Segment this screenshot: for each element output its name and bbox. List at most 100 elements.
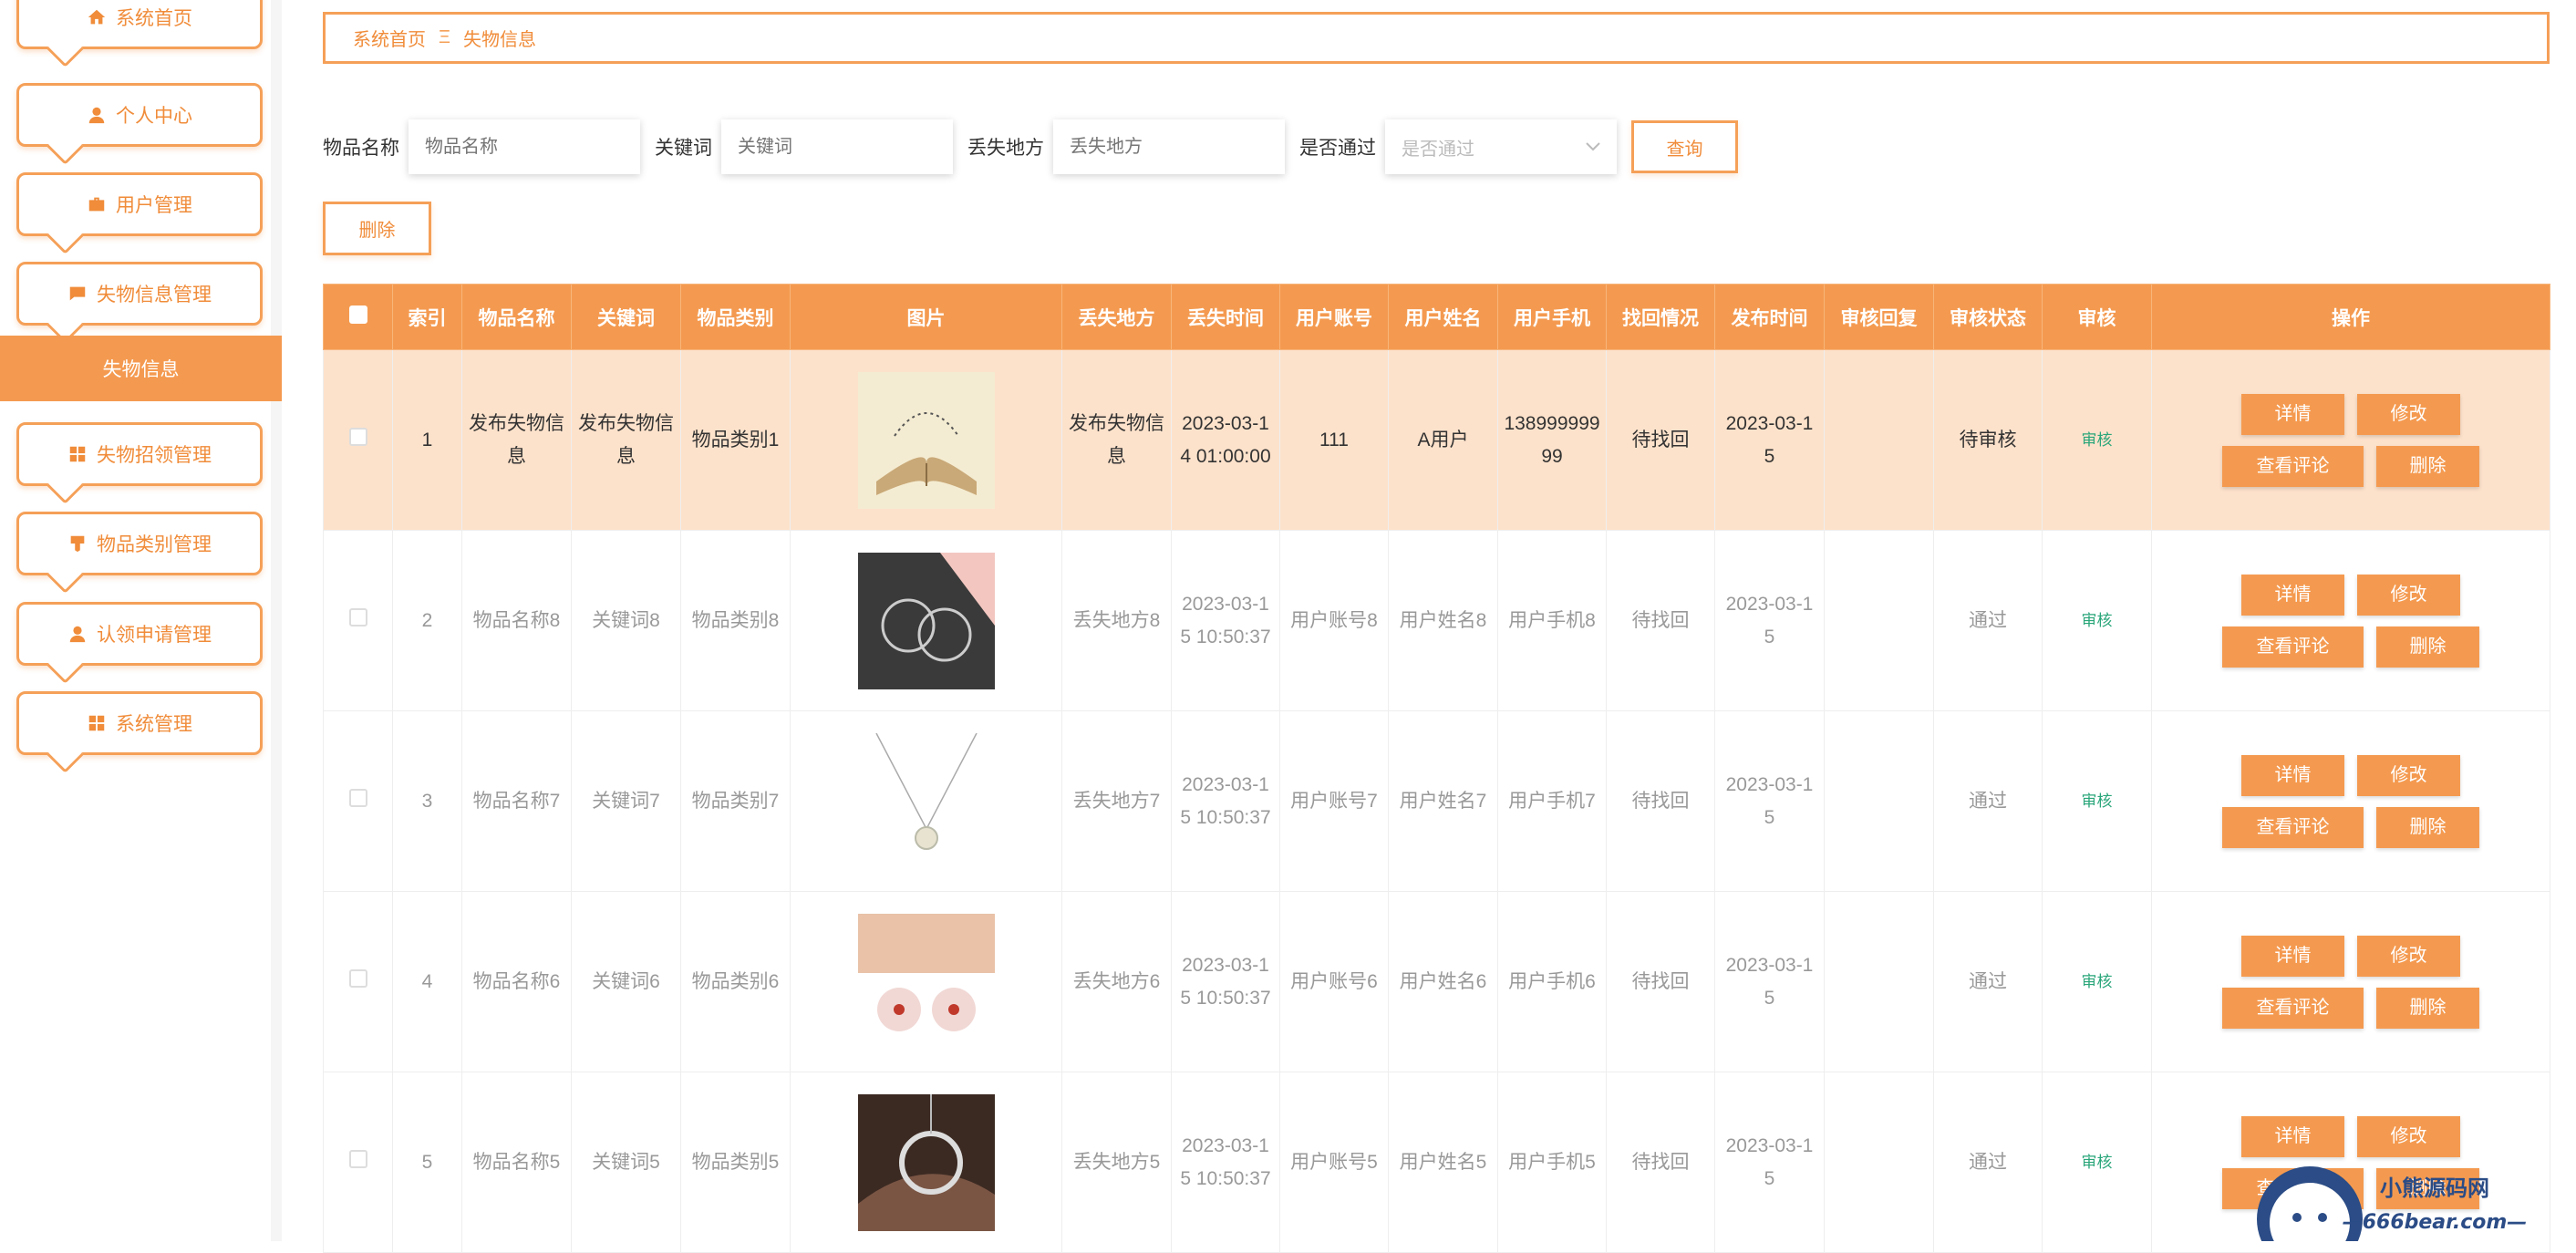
view-comments-button[interactable]: 查看评论	[2222, 807, 2364, 848]
row-checkbox[interactable]	[349, 608, 367, 626]
row-checkbox[interactable]	[349, 1150, 367, 1168]
audit-link[interactable]: 审核	[2082, 973, 2113, 990]
column-header: 丢失时间	[1172, 285, 1280, 350]
sidebar-item-category-management[interactable]: 物品类别管理	[16, 512, 263, 575]
delete-button[interactable]: 删除	[2376, 988, 2479, 1029]
is-passed-select[interactable]: 是否通过	[1385, 119, 1617, 174]
lost-place-label: 丢失地方	[967, 133, 1044, 161]
column-header: 关键词	[572, 285, 681, 350]
picture-cell	[791, 1072, 1062, 1253]
cell-phone: 用户手机6	[1498, 892, 1607, 1072]
table-row[interactable]: 2物品名称8关键词8物品类别8丢失地方82023-03-15 10:50:37用…	[324, 531, 2550, 711]
sidebar-item-user-management[interactable]: 用户管理	[16, 172, 263, 236]
actions-cell: 详情修改查看评论删除	[2152, 711, 2550, 892]
detail-button[interactable]: 详情	[2241, 755, 2344, 796]
audit-link[interactable]: 审核	[2082, 612, 2113, 629]
edit-button[interactable]: 修改	[2357, 575, 2460, 616]
cell-found: 待找回	[1607, 531, 1715, 711]
sidebar-item-label: 用户管理	[116, 191, 192, 218]
audit-link[interactable]: 审核	[2082, 1154, 2113, 1171]
column-header: 审核状态	[1934, 285, 2043, 350]
detail-button[interactable]: 详情	[2241, 1116, 2344, 1157]
detail-button[interactable]: 详情	[2241, 575, 2344, 616]
cell-idx: 2	[393, 531, 462, 711]
cell-time: 2023-03-15 10:50:37	[1172, 892, 1280, 1072]
detail-button[interactable]: 详情	[2241, 394, 2344, 435]
query-button[interactable]: 查询	[1631, 120, 1738, 173]
cell-idx: 4	[393, 892, 462, 1072]
audit-link[interactable]: 审核	[2082, 431, 2113, 449]
table-row[interactable]: 1发布失物信息发布失物信息物品类别1发布失物信息2023-03-14 01:00…	[324, 350, 2550, 531]
cell-idx: 5	[393, 1072, 462, 1253]
lost-place-input[interactable]	[1053, 119, 1285, 174]
audit-cell: 审核	[2043, 531, 2152, 711]
edit-button[interactable]: 修改	[2357, 394, 2460, 435]
sidebar-item-system-management[interactable]: 系统管理	[16, 691, 263, 755]
cell-name: 物品名称7	[462, 711, 572, 892]
edit-button[interactable]: 修改	[2357, 755, 2460, 796]
view-comments-button[interactable]: 查看评论	[2222, 988, 2364, 1029]
edit-button[interactable]: 修改	[2357, 1116, 2460, 1157]
audit-link[interactable]: 审核	[2082, 792, 2113, 810]
cell-phone: 用户手机8	[1498, 531, 1607, 711]
view-comments-button[interactable]: 查看评论	[2222, 626, 2364, 668]
keyword-label: 关键词	[655, 133, 712, 161]
row-checkbox[interactable]	[349, 428, 367, 446]
cell-place: 丢失地方7	[1062, 711, 1172, 892]
audit-cell: 审核	[2043, 711, 2152, 892]
select-all-checkbox[interactable]	[349, 305, 367, 324]
row-checkbox[interactable]	[349, 969, 367, 988]
row-checkbox[interactable]	[349, 789, 367, 807]
cell-acct: 用户账号7	[1280, 711, 1389, 892]
picture-cell	[791, 892, 1062, 1072]
column-header: 审核回复	[1825, 285, 1934, 350]
sidebar-item-label: 失物信息管理	[97, 280, 212, 307]
cell-found: 待找回	[1607, 1072, 1715, 1253]
cell-uname: 用户姓名5	[1389, 1072, 1498, 1253]
sidebar-item-found-management[interactable]: 失物招领管理	[16, 422, 263, 486]
table-row[interactable]: 5物品名称5关键词5物品类别5丢失地方52023-03-15 10:50:37用…	[324, 1072, 2550, 1253]
cell-acct: 用户账号8	[1280, 531, 1389, 711]
user-icon	[67, 624, 88, 644]
book-image	[858, 372, 995, 509]
sidebar-item-label: 系统管理	[116, 709, 192, 737]
cell-place: 丢失地方6	[1062, 892, 1172, 1072]
item-name-input[interactable]	[409, 119, 640, 174]
delete-button[interactable]: 删除	[2376, 807, 2479, 848]
chevron-down-icon	[1586, 142, 1600, 151]
watermark-title: 小熊源码网	[2380, 1175, 2489, 1201]
briefcase-icon	[87, 194, 107, 214]
cell-acct: 用户账号5	[1280, 1072, 1389, 1253]
column-header: 索引	[393, 285, 462, 350]
column-header: 物品名称	[462, 285, 572, 350]
delete-button[interactable]: 删除	[2376, 446, 2479, 487]
sidebar-item-home[interactable]: 系统首页	[16, 0, 263, 49]
batch-delete-button[interactable]: 删除	[323, 202, 431, 255]
sidebar-item-personal-center[interactable]: 个人中心	[16, 83, 263, 147]
sidebar-item-label: 认领申请管理	[97, 620, 212, 647]
cell-uname: A用户	[1389, 350, 1498, 531]
detail-button[interactable]: 详情	[2241, 936, 2344, 977]
cell-idx: 3	[393, 711, 462, 892]
view-comments-button[interactable]: 查看评论	[2222, 446, 2364, 487]
delete-button[interactable]: 删除	[2376, 626, 2479, 668]
cell-kw: 发布失物信息	[572, 350, 681, 531]
breadcrumb-home[interactable]: 系统首页	[353, 25, 426, 51]
column-header: 找回情况	[1607, 285, 1715, 350]
cell-place: 发布失物信息	[1062, 350, 1172, 531]
cell-found: 待找回	[1607, 892, 1715, 1072]
cell-cat: 物品类别7	[681, 711, 791, 892]
sidebar-item-claim-management[interactable]: 认领申请管理	[16, 602, 263, 666]
table-row[interactable]: 3物品名称7关键词7物品类别7丢失地方72023-03-15 10:50:37用…	[324, 711, 2550, 892]
actions-cell: 详情修改查看评论删除	[2152, 531, 2550, 711]
table-row[interactable]: 4物品名称6关键词6物品类别6丢失地方62023-03-15 10:50:37用…	[324, 892, 2550, 1072]
row-select-cell	[324, 711, 393, 892]
sidebar-subitem-lost-info[interactable]: 失物信息	[0, 336, 282, 401]
cell-phone: 13899999999	[1498, 350, 1607, 531]
cell-cat: 物品类别5	[681, 1072, 791, 1253]
edit-button[interactable]: 修改	[2357, 936, 2460, 977]
row-select-cell	[324, 350, 393, 531]
sidebar-item-lost-info-management[interactable]: 失物信息管理	[16, 262, 263, 326]
necklace-image	[858, 733, 995, 870]
keyword-input[interactable]	[721, 119, 953, 174]
